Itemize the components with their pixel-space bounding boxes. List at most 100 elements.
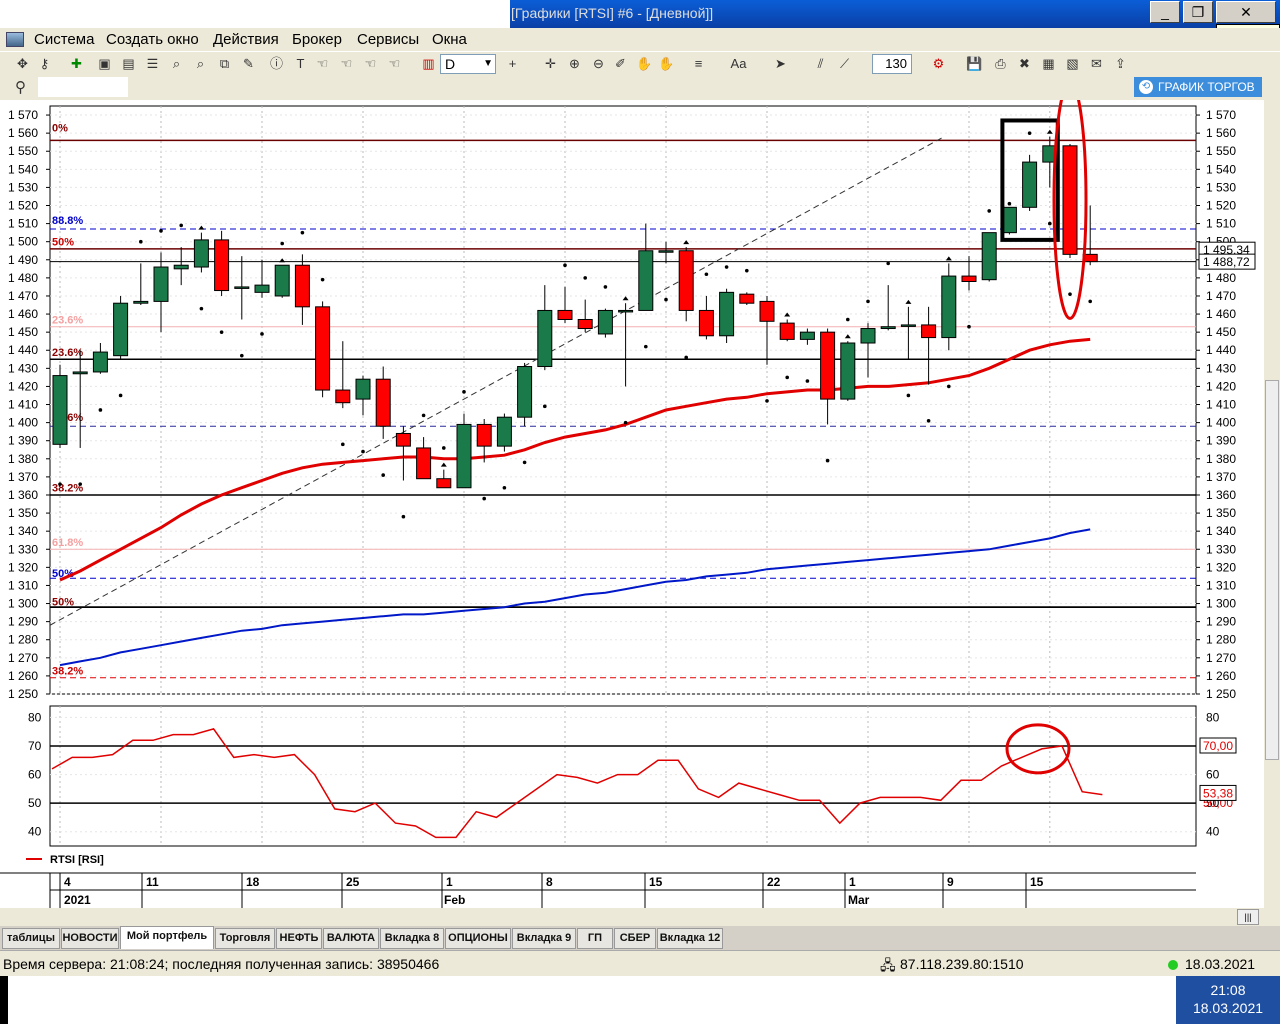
- info-icon[interactable]: ⓘ: [268, 55, 285, 72]
- list-icon[interactable]: ☰: [144, 55, 161, 72]
- rsi-tick-label-right: 80: [1206, 710, 1220, 724]
- sar-dot: [179, 223, 183, 228]
- y-tick-label-left: 1 570: [8, 108, 38, 122]
- grab-icon[interactable]: ✋: [658, 55, 675, 72]
- add-icon[interactable]: ✚: [68, 55, 85, 72]
- y-tick-label-left: 1 410: [8, 398, 38, 412]
- hand4-icon[interactable]: ☜: [386, 55, 403, 72]
- copy-icon[interactable]: ⧉: [216, 55, 233, 72]
- bar-chart-icon[interactable]: ▥: [420, 55, 437, 72]
- chart-canvas[interactable]: 0%88.8%50%23.6%23.6%23.6%38.2%61.8%50%50…: [0, 80, 1264, 908]
- menu-services[interactable]: Сервисы: [357, 31, 419, 48]
- table-icon[interactable]: ▤: [120, 55, 137, 72]
- search-input[interactable]: [38, 77, 128, 97]
- scroll-thumb[interactable]: [1265, 380, 1279, 760]
- period-select[interactable]: D ▼: [440, 54, 496, 74]
- candle-body: [577, 318, 593, 330]
- status-bar: Время сервера: 21:08:24; последняя получ…: [0, 950, 1280, 976]
- mail-icon[interactable]: ✉: [1088, 55, 1105, 72]
- template-icon[interactable]: ▦: [1040, 55, 1057, 72]
- horizontal-scrollbar[interactable]: |||: [0, 908, 1280, 926]
- crosshair-icon[interactable]: ✛: [542, 55, 559, 72]
- tab-tables[interactable]: таблицы: [2, 928, 60, 949]
- zoom-icon[interactable]: ⌕: [168, 55, 185, 72]
- layers-icon[interactable]: ▧: [1064, 55, 1081, 72]
- system-clock[interactable]: 21:08 18.03.2021: [1176, 976, 1280, 1024]
- candle-body: [416, 447, 432, 480]
- move-icon[interactable]: ✥: [14, 55, 31, 72]
- tab-news[interactable]: НОВОСТИ: [61, 928, 119, 949]
- export-icon[interactable]: ⇪: [1112, 55, 1129, 72]
- fib-level-label: 50%: [52, 597, 74, 609]
- candle-body: [436, 478, 452, 489]
- menu-windows[interactable]: Окна: [432, 31, 467, 48]
- trade-chart-button[interactable]: ⟲ ГРАФИК ТОРГОВ: [1134, 77, 1262, 97]
- hand3-icon[interactable]: ☜: [362, 55, 379, 72]
- fan-icon[interactable]: ⟋: [836, 55, 853, 72]
- plus-icon[interactable]: +: [504, 55, 521, 72]
- candle-body: [759, 300, 775, 322]
- tab-9[interactable]: Вкладка 9: [512, 928, 576, 949]
- sar-dot: [300, 230, 305, 235]
- tab-sber[interactable]: СБЕР: [614, 928, 656, 949]
- zoom-in-icon[interactable]: ⊕: [566, 55, 583, 72]
- fib-level-label: 23.6%: [52, 347, 83, 359]
- delete-icon[interactable]: ✖: [1016, 55, 1033, 72]
- minimize-button[interactable]: _: [1150, 1, 1180, 23]
- sar-dot: [260, 332, 264, 336]
- hand-icon[interactable]: ☜: [314, 55, 331, 72]
- candle-body: [698, 309, 714, 337]
- y-tick-label-right: 1 320: [1206, 560, 1236, 574]
- sar-dot: [644, 344, 648, 349]
- sar-dot: [947, 384, 951, 389]
- lines-icon[interactable]: ≡: [690, 55, 707, 72]
- save-icon[interactable]: 💾: [966, 55, 983, 72]
- edit-icon[interactable]: ✎: [240, 55, 257, 72]
- chart-area[interactable]: 0% 88.8% 50% 23.6% 23.6% 23.6% 38.2% 61.8% 50% 50…: [0, 80, 1264, 908]
- y-tick-label-left: 1 490: [8, 253, 38, 267]
- text-icon[interactable]: T: [292, 55, 309, 72]
- vertical-scrollbar[interactable]: [1264, 100, 1280, 908]
- search-icon[interactable]: ⚲: [12, 79, 29, 96]
- pencil-icon[interactable]: ✐: [612, 55, 629, 72]
- settings-icon[interactable]: ⚙: [930, 55, 947, 72]
- restore-button[interactable]: ❐: [1183, 1, 1213, 23]
- arrow-icon[interactable]: ➤: [772, 55, 789, 72]
- candle-body: [1062, 145, 1078, 255]
- tab-gp[interactable]: ГП: [577, 928, 613, 949]
- menu-broker[interactable]: Брокер: [292, 31, 342, 48]
- sar-dot: [1007, 201, 1012, 206]
- tab-options[interactable]: ОПЦИОНЫ: [445, 928, 511, 949]
- candle-body: [900, 324, 916, 327]
- print-icon[interactable]: ⎙: [992, 55, 1009, 72]
- candle-body: [153, 266, 169, 302]
- app-icon[interactable]: [6, 32, 24, 47]
- font-icon[interactable]: Aa: [730, 55, 747, 72]
- candle-body: [921, 324, 937, 339]
- menu-new-window[interactable]: Создать окно: [106, 31, 199, 48]
- sar-dot: [320, 277, 325, 282]
- scroll-grip-icon[interactable]: |||: [1237, 909, 1259, 925]
- hand2-icon[interactable]: ☜: [338, 55, 355, 72]
- tab-oil[interactable]: НЕФТЬ: [276, 928, 322, 949]
- tab-trading[interactable]: Торговля: [215, 928, 275, 949]
- month-label: Mar: [848, 893, 870, 907]
- tab-8[interactable]: Вкладка 8: [380, 928, 444, 949]
- menu-system[interactable]: Система: [34, 31, 94, 48]
- menu-actions[interactable]: Действия: [213, 31, 279, 48]
- tab-portfolio[interactable]: Мой портфель: [120, 926, 214, 949]
- pan-icon[interactable]: ✋: [636, 55, 653, 72]
- sar-dot: [341, 442, 345, 447]
- search-doc-icon[interactable]: ⌕: [192, 55, 209, 72]
- close-button[interactable]: ✕: [1216, 1, 1276, 23]
- window-icon[interactable]: ▣: [96, 55, 113, 72]
- channel-icon[interactable]: ⫽: [812, 55, 829, 72]
- sar-dot: [825, 458, 830, 463]
- tab-12[interactable]: Вкладка 12: [657, 928, 723, 949]
- tab-currency[interactable]: ВАЛЮТА: [323, 928, 379, 949]
- candle-body: [860, 328, 876, 344]
- zoom-out-icon[interactable]: ⊖: [590, 55, 607, 72]
- window-title: [Графики [RTSI] #6 - [Дневной]]: [511, 5, 714, 21]
- bars-count-input[interactable]: 130: [872, 54, 912, 74]
- key-icon[interactable]: ⚷: [36, 55, 53, 72]
